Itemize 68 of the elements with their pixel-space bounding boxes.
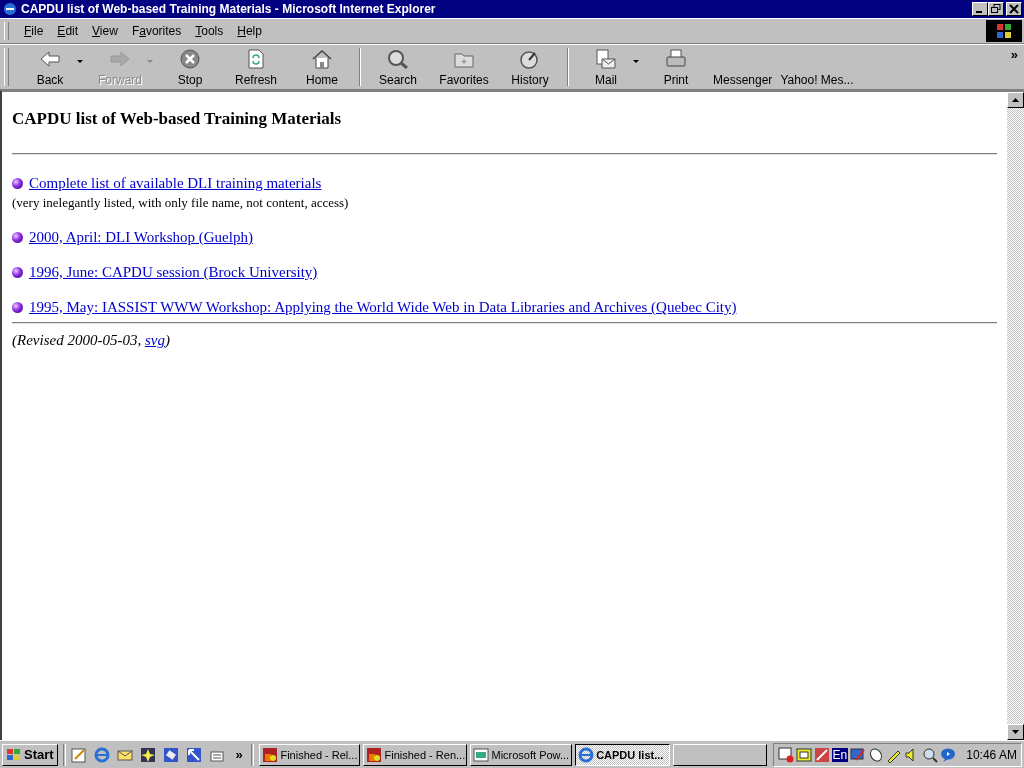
taskbar-button[interactable]: CAPDU list...	[575, 743, 670, 766]
toolbar-button[interactable]: Favorites	[431, 45, 497, 89]
scroll-down-icon[interactable]	[1007, 724, 1024, 740]
star-icon[interactable]	[140, 746, 157, 763]
dropdown-arrow-icon[interactable]	[633, 59, 639, 63]
search-icon	[387, 48, 409, 69]
taskbar-button[interactable]: Finished - Ren...	[363, 743, 468, 766]
close-icon	[1009, 4, 1019, 14]
menu-item[interactable]: Edit	[50, 22, 86, 40]
link[interactable]: 1995, May: IASSIST WWW Workshop: Applying the World Wide Web in Data Libraries and Archives (Quebec City)	[29, 299, 737, 316]
speech-bubble-icon[interactable]	[940, 746, 957, 763]
menu-item[interactable]: Tools	[188, 22, 231, 40]
clock: 10:46 AM	[966, 747, 1017, 762]
link[interactable]: 2000, April: DLI Workshop (Guelph)	[29, 229, 253, 246]
menu-item[interactable]: Help	[230, 22, 269, 40]
bullet-icon	[12, 178, 23, 189]
toolbar-button[interactable]: History	[497, 45, 563, 89]
toolbar-button[interactable]: Yahoo! Mes...	[776, 45, 858, 89]
left-arrow-icon	[39, 48, 61, 69]
vertical-scrollbar[interactable]	[1007, 92, 1024, 740]
toolbar-button[interactable]: Refresh	[223, 45, 289, 89]
close-button[interactable]	[1006, 2, 1022, 16]
dropdown-arrow-icon[interactable]	[77, 59, 83, 63]
taskbar-button[interactable]: Finished - Rel...	[259, 743, 361, 766]
restore-button[interactable]	[988, 2, 1004, 16]
language-indicator[interactable]: En	[831, 747, 849, 762]
toolbar-button[interactable]: Print	[643, 45, 709, 89]
monitor-icon[interactable]	[850, 746, 867, 763]
toolbar-button[interactable]: Messenger	[709, 45, 777, 89]
minimize-icon	[976, 11, 982, 13]
page-heading: CAPDU list of Web-based Training Materials	[12, 109, 343, 129]
menu-item[interactable]: View	[85, 22, 125, 40]
stop-icon	[180, 48, 200, 69]
window-title: CAPDU list of Web-based Training Materials - Microsoft Internet Explorer	[21, 2, 436, 16]
toolbar-button[interactable]: Home	[289, 45, 355, 89]
slide-icon	[473, 746, 490, 763]
taskbar-button[interactable]: Microsoft Pow...	[470, 743, 573, 766]
app-icon	[366, 746, 383, 763]
toolbar-button[interactable]: Back	[17, 45, 83, 89]
link[interactable]: Complete list of available DLI training materials	[29, 175, 322, 192]
restore-icon	[991, 4, 1001, 14]
menu-item[interactable]: Favorites	[124, 22, 189, 40]
bullet-icon	[12, 267, 23, 278]
refresh-icon	[247, 48, 265, 69]
toolbar-button[interactable]: Mail	[573, 45, 639, 89]
clock-icon	[519, 48, 541, 69]
scroll-up-icon[interactable]	[1007, 92, 1024, 108]
pointer-icon[interactable]	[186, 746, 203, 763]
bullet-icon	[12, 302, 23, 313]
note-text: (very inelegantly listed, with only file name, not content, access)	[12, 195, 350, 211]
house-icon	[311, 48, 333, 69]
start-button[interactable]: Start	[2, 743, 58, 766]
quick-launch-overflow-button[interactable]: »	[232, 747, 246, 762]
revision-note: (Revised 2000-05-03, svg)	[12, 332, 171, 349]
windows-logo-icon	[6, 747, 22, 762]
link[interactable]: svg	[144, 332, 165, 348]
magnifier-icon[interactable]	[922, 746, 939, 763]
toolbar-button[interactable]: Search	[365, 45, 431, 89]
minimize-button[interactable]	[972, 2, 988, 16]
windows-logo	[986, 20, 1022, 42]
mail-icon	[595, 48, 617, 69]
menu-item[interactable]: File	[17, 22, 51, 40]
app-icon	[262, 746, 279, 763]
link[interactable]: 1996, June: CAPDU session (Brock University)	[29, 264, 318, 281]
toolbar-button[interactable]: Stop	[157, 45, 223, 89]
printer-icon	[665, 48, 687, 69]
toolbar-overflow-button[interactable]: »	[1006, 45, 1022, 64]
bullet-icon	[12, 232, 23, 243]
